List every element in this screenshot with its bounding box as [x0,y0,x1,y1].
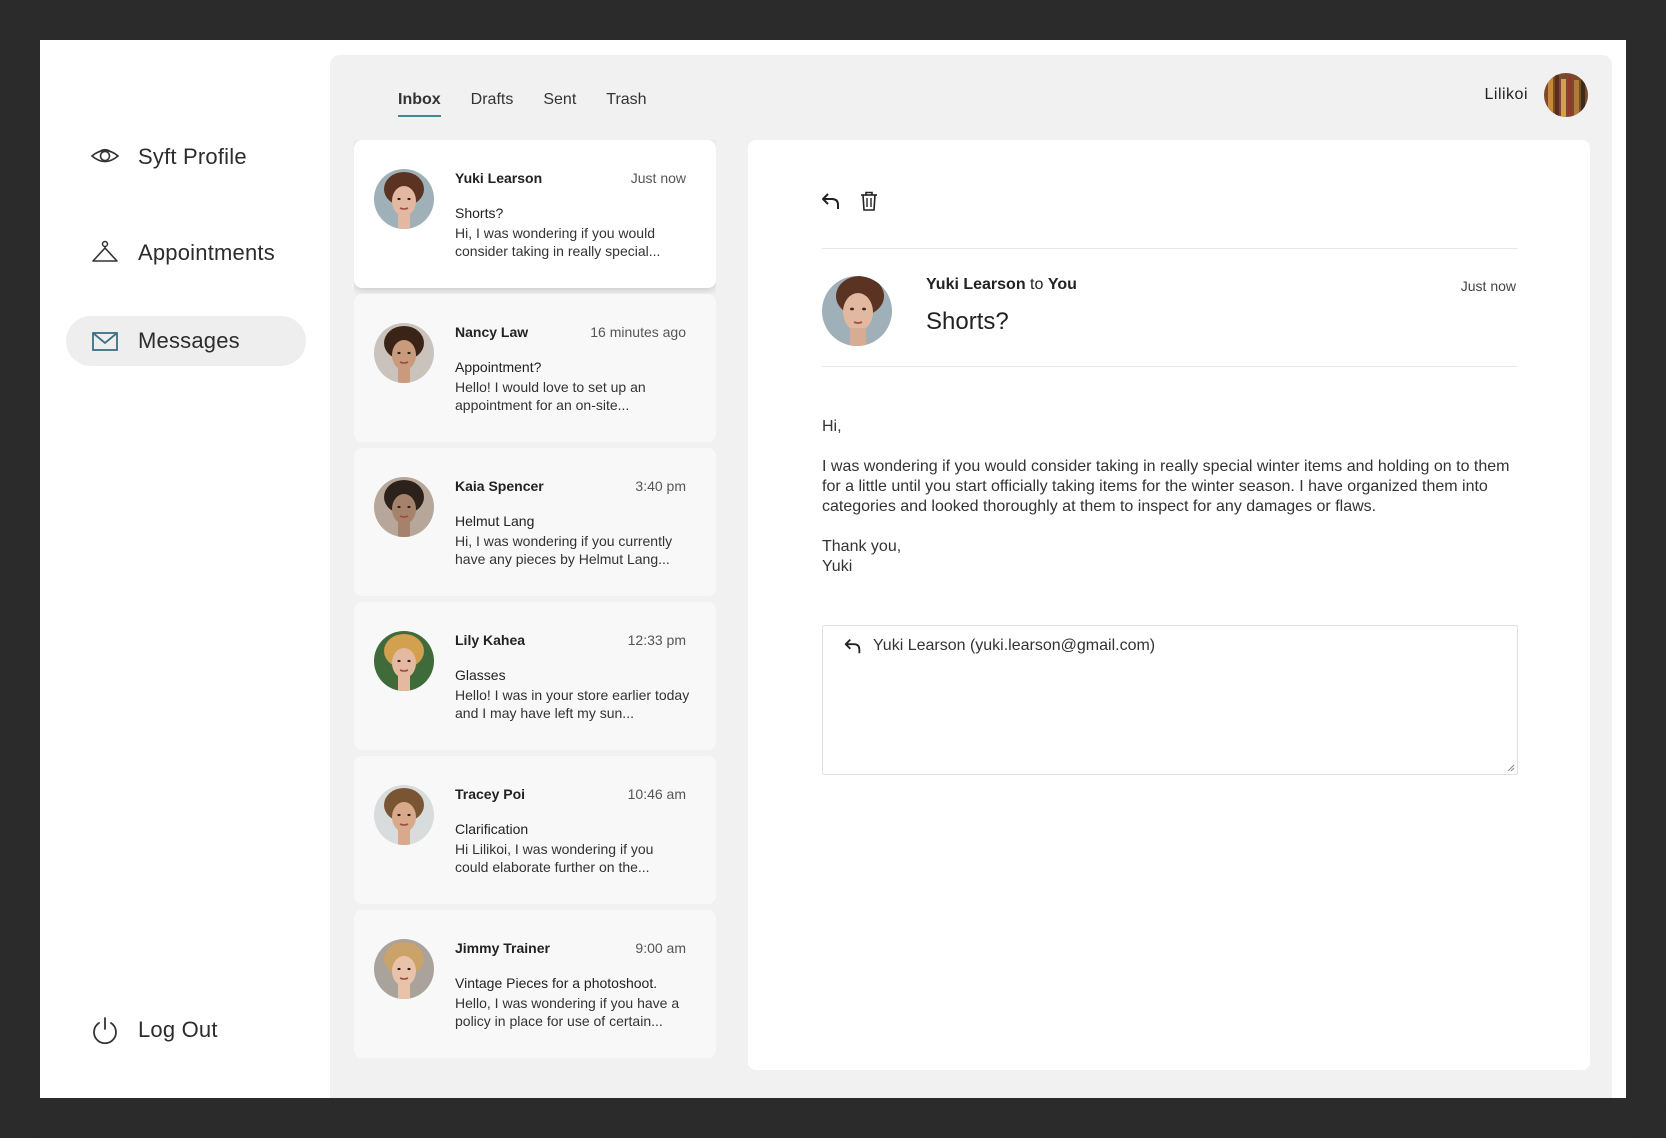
message-time: Just now [1460,278,1516,294]
reply-icon [822,193,839,209]
message-list-item[interactable]: Jimmy Trainer 9:00 am Vintage Pieces for a… [354,910,716,1058]
mail-tabs: Inbox Drafts Sent Trash [398,91,647,117]
envelope-icon [92,332,118,351]
sender-name: Jimmy Trainer [455,940,550,956]
sidebar-item-label: Messages [138,328,240,353]
message-subject: Vintage Pieces for a photoshoot. [455,975,658,991]
eye-icon [90,148,120,163]
message-time: 16 minutes ago [590,324,686,340]
message-list-item[interactable]: Nancy Law 16 minutes ago Appointment? Hello… [354,294,716,442]
message-preview: Hello! I would love to set up an appoint… [455,379,646,413]
trash-icon [861,191,877,211]
sender-name: Lily Kahea [455,632,526,648]
message-detail: Yuki Learson to You Just now Shorts? Hi,… [748,140,1590,1070]
avatar [374,631,434,691]
logout-label: Log Out [138,1017,218,1042]
message-subject: Glasses [455,667,506,683]
message-subject: Appointment? [455,359,542,375]
sidebar-item-appointments[interactable]: Appointments [66,228,306,278]
sidebar-item-label: Syft Profile [138,144,247,169]
sidebar-item-label: Appointments [138,240,275,265]
message-time: 9:00 am [635,940,686,956]
avatar [374,323,434,383]
message-subject: Helmut Lang [455,513,535,529]
message-subject: Shorts? [455,205,504,221]
message-actions [820,190,880,212]
sidebar-item-messages[interactable]: Messages [66,316,306,366]
message-list: Yuki Learson Just now Shorts? Hi, I was won… [354,140,716,1070]
divider [822,248,1518,249]
resize-handle-icon[interactable] [1507,764,1515,772]
logout-button[interactable]: Log Out [66,1005,306,1055]
sender-name: Tracey Poi [455,786,526,802]
message-preview: Hi, I was wondering if you would conside… [455,225,661,259]
tab-trash[interactable]: Trash [606,91,646,117]
message-body: Hi, I was wondering if you would conside… [822,417,1518,577]
sender-name: Kaia Spencer [455,478,544,494]
main-panel: Inbox Drafts Sent Trash Lilikoi Yuki Lea… [330,55,1612,1098]
message-paragraph: I was wondering if you would consider ta… [822,458,1510,515]
message-list-item[interactable]: Lily Kahea 12:33 pm Glasses Hello! I was in… [354,602,716,750]
message-preview: Hello, I was wondering if you have a pol… [455,995,680,1029]
recipient-name: You [1047,276,1077,293]
message-signature: Yuki [822,558,853,575]
message-preview: Hello! I was in your store earlier today… [455,687,690,721]
reply-recipient-label: Yuki Learson (yuki.learson@gmail.com) [873,637,1156,654]
message-time: 3:40 pm [635,478,686,494]
message-list-item[interactable]: Yuki Learson Just now Shorts? Hi, I was won… [354,140,716,288]
power-icon [93,1017,117,1045]
user-menu[interactable]: Lilikoi [1484,73,1588,117]
message-time: 10:46 am [627,786,686,802]
reply-recipient: Yuki Learson (yuki.learson@gmail.com) [843,636,1155,656]
user-name: Lilikoi [1484,86,1528,103]
avatar [374,785,434,845]
message-preview: Hi, I was wondering if you currently hav… [455,533,673,567]
tab-inbox[interactable]: Inbox [398,91,441,117]
app-screen: Syft Profile Appointments Messages Log O… [40,40,1626,1098]
hanger-icon [92,240,118,262]
reply-icon [844,638,861,654]
message-subject: Clarification [455,821,529,837]
reply-textarea[interactable]: Yuki Learson (yuki.learson@gmail.com) [822,625,1518,775]
delete-button[interactable] [858,190,880,212]
message-subject: Shorts? [926,308,1009,335]
reply-button[interactable] [820,190,842,212]
avatar[interactable] [1544,73,1588,117]
sidebar-item-syft-profile[interactable]: Syft Profile [66,132,306,182]
sender-name: Yuki Learson [926,276,1026,293]
avatar [374,939,434,999]
sender-avatar [822,276,892,346]
sender-name: Yuki Learson [455,170,543,186]
message-from: Yuki Learson to You [926,276,1077,294]
divider [822,366,1518,367]
sidebar: Syft Profile Appointments Messages Log O… [40,40,330,1098]
tab-drafts[interactable]: Drafts [471,91,514,117]
sender-name: Nancy Law [455,324,529,340]
message-list-item[interactable]: Tracey Poi 10:46 am Clarification Hi Liliko… [354,756,716,904]
message-closing: Thank you, [822,538,902,555]
avatar [374,477,434,537]
device-frame: Syft Profile Appointments Messages Log O… [0,0,1666,1138]
message-list-item[interactable]: Kaia Spencer 3:40 pm Helmut Lang Hi, I was … [354,448,716,596]
avatar [374,169,434,229]
tab-sent[interactable]: Sent [543,91,576,117]
message-greeting: Hi, [822,418,842,435]
message-preview: Hi Lilikoi, I was wondering if you could… [455,841,654,875]
to-word: to [1030,276,1044,293]
message-time: Just now [630,170,686,186]
message-time: 12:33 pm [627,632,686,648]
